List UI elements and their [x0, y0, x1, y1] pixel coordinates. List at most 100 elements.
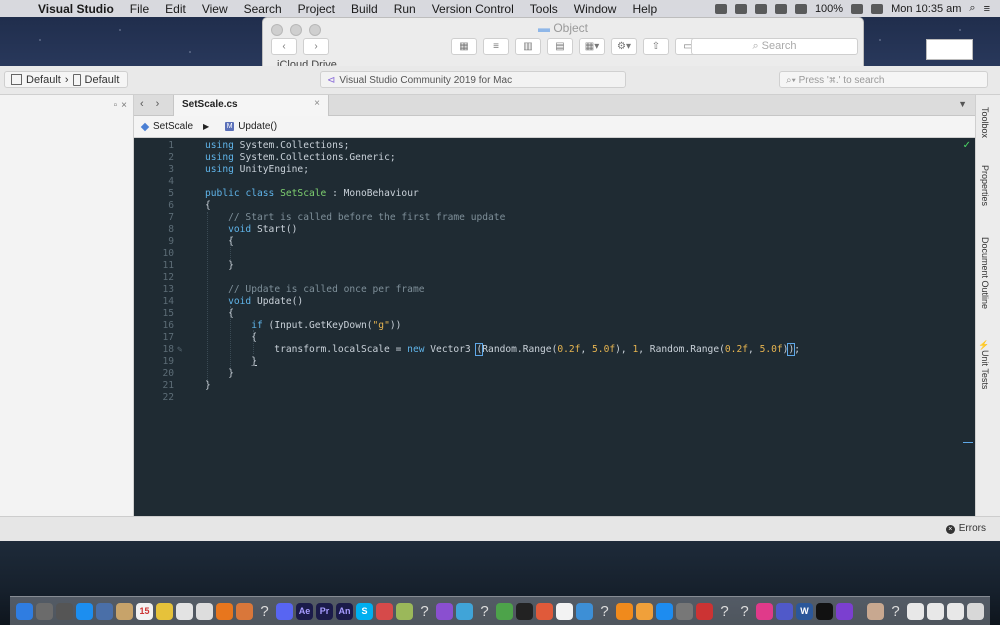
unity-hub-icon[interactable]: [816, 602, 833, 620]
wifi-icon[interactable]: [774, 3, 787, 14]
tab-list-dropdown-icon[interactable]: ▼: [958, 99, 967, 109]
unknown-app-icon[interactable]: ?: [256, 603, 273, 620]
navigate-back-icon[interactable]: ‹: [140, 98, 144, 110]
group-button[interactable]: ▦▾: [579, 38, 605, 55]
battery-percent[interactable]: 100%: [815, 3, 843, 15]
volume-icon[interactable]: [794, 3, 807, 14]
breadcrumb-method[interactable]: Update(): [238, 121, 277, 132]
menu-search[interactable]: Search: [236, 2, 290, 16]
notes-app-icon[interactable]: [116, 602, 133, 620]
action-gear-icon[interactable]: ⚙▾: [611, 38, 637, 55]
photo-app-icon[interactable]: [96, 602, 113, 620]
unit-tests-pad-tab[interactable]: ⚡Unit Tests: [980, 339, 990, 389]
menu-file[interactable]: File: [122, 2, 157, 16]
messenger-icon[interactable]: [756, 602, 773, 620]
app-store-icon[interactable]: [656, 602, 673, 620]
breadcrumb-class[interactable]: SetScale: [153, 121, 193, 132]
code-editor[interactable]: ✓ 1 using System.Collections; 2 using Syst…: [134, 138, 975, 516]
system-preferences-icon[interactable]: [676, 602, 693, 620]
menu-window[interactable]: Window: [566, 2, 625, 16]
back-button[interactable]: ‹: [271, 38, 297, 55]
finder-search-input[interactable]: ⌕ Search: [691, 38, 858, 55]
discord-icon[interactable]: [276, 602, 293, 620]
menu-project[interactable]: Project: [290, 2, 343, 16]
teams-icon[interactable]: [776, 602, 793, 620]
download-stack-icon[interactable]: [907, 602, 924, 620]
gallery-view-button[interactable]: ▤: [547, 38, 573, 55]
list-view-button[interactable]: ≡: [483, 38, 509, 55]
quick-fix-icon[interactable]: ✎: [177, 344, 182, 356]
menu-build[interactable]: Build: [343, 2, 386, 16]
menu-help[interactable]: Help: [624, 2, 665, 16]
animate-icon[interactable]: An: [336, 602, 353, 620]
messages-icon[interactable]: [456, 602, 473, 620]
unknown-app-icon[interactable]: ?: [887, 603, 904, 620]
siri-icon[interactable]: [36, 602, 53, 620]
configuration-selector[interactable]: Default › Default: [4, 71, 128, 88]
control-center-icon[interactable]: ≡: [984, 3, 990, 15]
safari-icon[interactable]: [76, 602, 93, 620]
stickies-icon[interactable]: [156, 602, 173, 620]
vlc-icon[interactable]: [616, 602, 633, 620]
app-icon[interactable]: [376, 602, 393, 620]
errors-pad-button[interactable]: × Errors: [945, 523, 986, 534]
app-icon[interactable]: [496, 602, 513, 620]
spotlight-icon[interactable]: ⌕: [969, 2, 975, 15]
document-thumbnail[interactable]: [867, 602, 884, 620]
unknown-app-icon[interactable]: ?: [736, 603, 753, 620]
skype-icon[interactable]: S: [356, 602, 373, 620]
document-outline-pad-tab[interactable]: Document Outline: [980, 237, 990, 309]
properties-pad-tab[interactable]: Properties: [980, 165, 990, 206]
app-icon[interactable]: [436, 602, 453, 620]
battery-icon[interactable]: [851, 3, 864, 14]
icon-view-button[interactable]: ▦: [451, 38, 477, 55]
flag-icon[interactable]: [871, 3, 884, 14]
finder-app-icon[interactable]: [16, 602, 33, 620]
after-effects-icon[interactable]: Ae: [296, 602, 313, 620]
books-icon[interactable]: [636, 602, 653, 620]
visual-studio-dock-icon[interactable]: [836, 602, 853, 620]
numbers-icon[interactable]: [576, 602, 593, 620]
folder-stack-icon[interactable]: [927, 602, 944, 620]
preview-icon[interactable]: [556, 602, 573, 620]
app-icon[interactable]: [396, 602, 413, 620]
share-icon[interactable]: ⇧: [643, 38, 669, 55]
chrome-icon[interactable]: [176, 602, 193, 620]
menu-tools[interactable]: Tools: [522, 2, 566, 16]
word-icon[interactable]: W: [796, 602, 813, 620]
launchpad-icon[interactable]: [56, 602, 73, 620]
unknown-app-icon[interactable]: ?: [716, 603, 733, 620]
navigate-forward-icon[interactable]: ›: [156, 98, 160, 110]
menu-edit[interactable]: Edit: [157, 2, 194, 16]
tab-setscale-cs[interactable]: SetScale.cs ×: [173, 95, 329, 116]
scrollbar-marker[interactable]: [963, 442, 973, 443]
status-icon[interactable]: [734, 3, 747, 14]
unity-icon[interactable]: [516, 602, 533, 620]
textedit-icon[interactable]: [196, 602, 213, 620]
menu-app-name[interactable]: Visual Studio: [30, 2, 122, 16]
tab-close-icon[interactable]: ×: [314, 98, 320, 109]
status-icon[interactable]: [714, 3, 727, 14]
toolbox-pad-tab[interactable]: Toolbox: [980, 107, 990, 138]
unknown-app-icon[interactable]: ?: [596, 603, 613, 620]
pad-minimize-icon[interactable]: ▫: [114, 100, 118, 111]
pad-close-icon[interactable]: ×: [121, 100, 127, 111]
unknown-app-icon[interactable]: ?: [416, 603, 433, 620]
blender-icon[interactable]: [236, 602, 253, 620]
calendar-icon[interactable]: 15: [136, 602, 153, 620]
menu-version-control[interactable]: Version Control: [424, 2, 522, 16]
column-view-button[interactable]: ▥: [515, 38, 541, 55]
app-icon[interactable]: [536, 602, 553, 620]
menu-view[interactable]: View: [194, 2, 236, 16]
trash-icon[interactable]: [967, 602, 984, 620]
clock[interactable]: Mon 10:35 am: [891, 3, 961, 15]
premiere-icon[interactable]: Pr: [316, 602, 333, 620]
bluetooth-icon[interactable]: [754, 3, 767, 14]
forward-button[interactable]: ›: [303, 38, 329, 55]
global-search-input[interactable]: ⌕▾ Press '⌘.' to search: [779, 71, 988, 88]
app-icon[interactable]: [696, 602, 713, 620]
firefox-icon[interactable]: [216, 602, 233, 620]
folder-stack-icon[interactable]: [947, 602, 964, 620]
menu-run[interactable]: Run: [386, 2, 424, 16]
unknown-app-icon[interactable]: ?: [476, 603, 493, 620]
